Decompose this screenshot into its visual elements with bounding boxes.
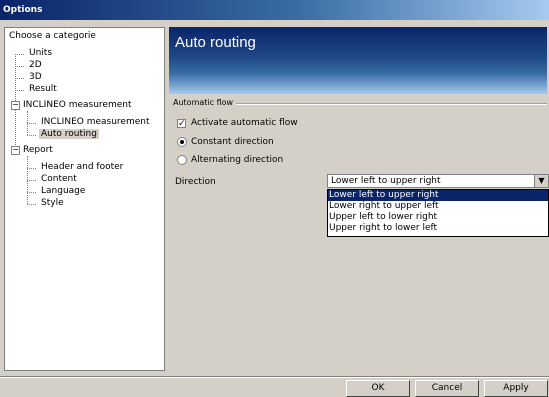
- group-divider: [231, 103, 547, 105]
- ok-button[interactable]: OK: [346, 380, 410, 397]
- tree-connector: [27, 123, 36, 124]
- tree-item-header-footer[interactable]: Header and footer: [41, 162, 123, 173]
- tree-connector: [27, 168, 36, 169]
- direction-select-value: Lower left to upper right: [331, 176, 441, 186]
- page-title: Auto routing: [175, 34, 256, 51]
- category-tree: Units 2D 3D Result − INCLINEO measuremen…: [5, 28, 164, 370]
- category-tree-panel: Choose a categorie Units 2D 3D Result − …: [4, 27, 165, 371]
- tree-connector: [27, 204, 36, 205]
- tree-item-units[interactable]: Units: [29, 48, 52, 59]
- constant-direction-label: Constant direction: [191, 137, 274, 147]
- tree-item-3d[interactable]: 3D: [29, 72, 42, 83]
- tree-connector: [15, 78, 24, 79]
- direction-option[interactable]: Lower right to upper left: [328, 201, 548, 212]
- tree-connector: [15, 90, 24, 91]
- alternating-direction-label: Alternating direction: [191, 155, 284, 165]
- tree-item-auto-routing[interactable]: Auto routing: [39, 129, 99, 140]
- tree-item-content[interactable]: Content: [41, 174, 77, 185]
- tree-connector: [15, 54, 24, 55]
- tree-item-inclineo-measurement[interactable]: INCLINEO measurement: [41, 117, 150, 128]
- activate-flow-checkbox[interactable]: ✓: [177, 119, 186, 129]
- radio-selected-dot: [180, 140, 184, 144]
- direction-select[interactable]: Lower left to upper right ▼: [327, 174, 549, 188]
- tree-item-style[interactable]: Style: [41, 198, 64, 209]
- apply-button[interactable]: Apply: [484, 380, 548, 397]
- alternating-direction-radio[interactable]: [177, 155, 187, 165]
- constant-direction-radio[interactable]: [177, 137, 187, 147]
- direction-label: Direction: [175, 177, 216, 187]
- cancel-button[interactable]: Cancel: [415, 380, 479, 397]
- collapse-icon[interactable]: −: [11, 146, 20, 155]
- settings-panel: Auto routing Automatic flow ✓ Activate a…: [169, 27, 549, 373]
- direction-option[interactable]: Upper right to lower left: [328, 223, 548, 234]
- tree-connector: [27, 192, 36, 193]
- tree-connector: [27, 180, 36, 181]
- button-bar-divider: [0, 376, 549, 378]
- direction-dropdown-list: Lower left to upper right Lower right to…: [327, 189, 549, 237]
- tree-connector: [15, 66, 24, 67]
- chevron-down-icon[interactable]: ▼: [534, 175, 548, 187]
- window-title-bar: Options: [0, 0, 549, 20]
- window-title: Options: [3, 5, 43, 15]
- collapse-icon[interactable]: −: [11, 101, 20, 110]
- group-label: Automatic flow: [173, 98, 237, 107]
- tree-item-report[interactable]: Report: [23, 145, 53, 156]
- tree-connector: [27, 135, 36, 136]
- page-banner: Auto routing: [169, 27, 547, 94]
- direction-option[interactable]: Upper left to lower right: [328, 212, 548, 223]
- check-icon: ✓: [178, 119, 186, 129]
- activate-flow-label: Activate automatic flow: [191, 118, 298, 128]
- tree-item-language[interactable]: Language: [41, 186, 85, 197]
- tree-item-2d[interactable]: 2D: [29, 60, 42, 71]
- tree-item-inclineo[interactable]: INCLINEO measurement: [23, 100, 132, 111]
- tree-item-result[interactable]: Result: [29, 84, 57, 95]
- direction-option[interactable]: Lower left to upper right: [328, 190, 548, 201]
